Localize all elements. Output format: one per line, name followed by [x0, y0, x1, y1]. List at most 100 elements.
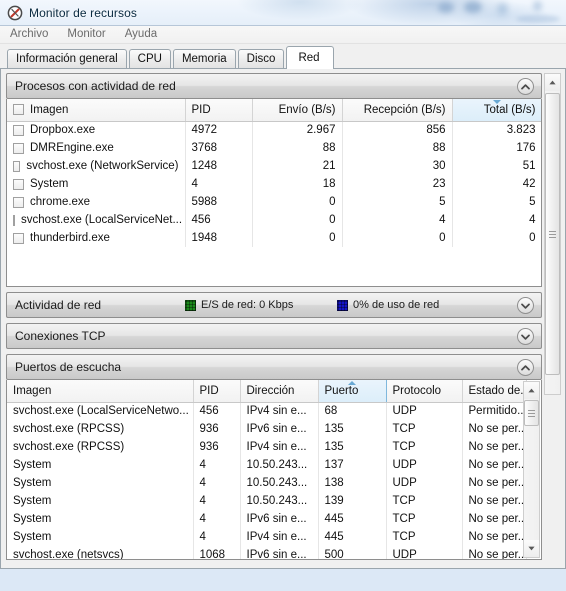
- table-row[interactable]: svchost.exe (LocalServiceNetwo... 456 IP…: [7, 402, 527, 420]
- content-vertical-scrollbar[interactable]: [544, 73, 561, 395]
- network-tab-content: Procesos con actividad de red Imagen PID…: [0, 69, 566, 569]
- row-checkbox[interactable]: [13, 214, 15, 226]
- table-row[interactable]: System 4 10.50.243... 139 TCP No se per.…: [7, 492, 527, 510]
- cell-envio: 88: [252, 139, 343, 157]
- listening-ports-scrollbar[interactable]: [523, 381, 540, 558]
- cell-imagen: svchost.exe (netsvcs): [7, 546, 194, 559]
- table-row[interactable]: System 4 18 23 42: [7, 175, 541, 193]
- row-checkbox[interactable]: [13, 178, 24, 190]
- cell-total: 4: [452, 211, 541, 229]
- section-header-network-activity[interactable]: Actividad de red E/S de red: 0 Kbps 0% d…: [6, 292, 542, 318]
- scroll-up-arrow-icon[interactable]: [545, 74, 560, 91]
- cell-puerto: 135: [318, 420, 387, 438]
- scroll-thumb[interactable]: [524, 400, 539, 426]
- row-checkbox[interactable]: [13, 142, 24, 154]
- table-row[interactable]: svchost.exe (netsvcs) 1068 IPv6 sin e...…: [7, 546, 527, 559]
- cell-recepcion: 0: [342, 229, 453, 247]
- cell-recepcion: 5: [342, 193, 453, 211]
- glass-blur-decoration: [464, 1, 482, 13]
- column-header-imagen[interactable]: Imagen: [7, 99, 186, 122]
- cell-pid: 456: [193, 402, 241, 420]
- cell-estado: No se per...: [462, 474, 527, 492]
- table-row[interactable]: System 4 10.50.243... 138 UDP No se per.…: [7, 474, 527, 492]
- cell-estado: No se per...: [462, 492, 527, 510]
- column-header-estado[interactable]: Estado de...: [462, 380, 527, 403]
- row-checkbox[interactable]: [13, 160, 21, 172]
- table-row[interactable]: thunderbird.exe 1948 0 0 0: [7, 229, 541, 247]
- legend-network-utilization: 0% de uso de red: [337, 299, 439, 311]
- cell-pid: 936: [193, 420, 241, 438]
- window-title-bar[interactable]: Monitor de recursos: [0, 0, 566, 25]
- column-header-total[interactable]: Total (B/s): [451, 99, 541, 122]
- cell-direccion: IPv6 sin e...: [240, 510, 319, 528]
- table-row[interactable]: Dropbox.exe 4972 2.967 856 3.823: [7, 121, 541, 139]
- row-checkbox[interactable]: [13, 196, 24, 208]
- cell-total: 5: [452, 193, 541, 211]
- cell-envio: 0: [252, 193, 343, 211]
- sort-ascending-icon: [348, 381, 356, 385]
- section-header-listening-ports[interactable]: Puertos de escucha: [6, 354, 542, 380]
- cell-pid: 4: [185, 175, 253, 193]
- cell-recepcion: 856: [342, 121, 453, 139]
- table-row[interactable]: System 4 IPv6 sin e... 445 TCP No se per…: [7, 510, 527, 528]
- row-checkbox[interactable]: [13, 232, 24, 244]
- cell-puerto: 445: [318, 528, 387, 546]
- cell-protocolo: UDP: [386, 402, 463, 420]
- tab-bar: Información general CPU Memoria Disco Re…: [0, 44, 566, 69]
- tab-informacion-general[interactable]: Información general: [7, 49, 127, 68]
- table-row[interactable]: chrome.exe 5988 0 5 5: [7, 193, 541, 211]
- menu-item-archivo[interactable]: Archivo: [7, 27, 57, 42]
- menu-item-ayuda[interactable]: Ayuda: [122, 27, 166, 42]
- table-row[interactable]: svchost.exe (NetworkService) 1248 21 30 …: [7, 157, 541, 175]
- cell-estado: No se per...: [462, 546, 527, 559]
- table-row[interactable]: svchost.exe (RPCSS) 936 IPv6 sin e... 13…: [7, 420, 527, 438]
- cell-recepcion: 23: [342, 175, 453, 193]
- cell-pid: 4: [193, 528, 241, 546]
- scroll-up-arrow-icon[interactable]: [524, 382, 539, 399]
- row-checkbox[interactable]: [13, 124, 24, 136]
- cell-pid: 4: [193, 492, 241, 510]
- section-puertos-de-escucha: Puertos de escucha Imagen PID Dirección: [6, 354, 542, 560]
- tab-memoria[interactable]: Memoria: [172, 49, 236, 68]
- window-title: Monitor de recursos: [29, 5, 137, 20]
- tab-cpu[interactable]: CPU: [128, 49, 171, 68]
- chevron-up-icon[interactable]: [517, 359, 534, 376]
- cell-estado: Permitido...: [462, 402, 527, 420]
- table-row[interactable]: svchost.exe (LocalServiceNet... 456 0 4 …: [7, 211, 541, 229]
- cell-direccion: IPv4 sin e...: [240, 402, 319, 420]
- cell-pid: 5988: [185, 193, 253, 211]
- cell-direccion: IPv6 sin e...: [240, 420, 319, 438]
- column-header-recepcion[interactable]: Recepción (B/s): [342, 99, 453, 122]
- column-header-envio[interactable]: Envío (B/s): [252, 99, 343, 122]
- cell-pid: 4: [193, 510, 241, 528]
- table-row[interactable]: System 4 10.50.243... 137 UDP No se per.…: [7, 456, 527, 474]
- column-header-pid[interactable]: PID: [185, 99, 253, 122]
- tab-disco[interactable]: Disco: [237, 49, 285, 68]
- cell-puerto: 139: [318, 492, 387, 510]
- scroll-down-arrow-icon[interactable]: [524, 540, 539, 557]
- chevron-up-icon[interactable]: [517, 78, 534, 95]
- table-row[interactable]: System 4 IPv4 sin e... 445 TCP No se per…: [7, 528, 527, 546]
- column-header-pid[interactable]: PID: [193, 380, 241, 403]
- processes-table-header-row: Imagen PID Envío (B/s) Recepción (B/s) T…: [7, 99, 541, 122]
- column-header-protocolo[interactable]: Protocolo: [386, 380, 463, 403]
- scroll-thumb[interactable]: [545, 93, 560, 375]
- cell-total: 0: [452, 229, 541, 247]
- process-name: thunderbird.exe: [30, 232, 110, 244]
- chevron-down-icon[interactable]: [517, 328, 534, 345]
- table-row[interactable]: DMREngine.exe 3768 88 88 176: [7, 139, 541, 157]
- menu-item-monitor[interactable]: Monitor: [64, 27, 114, 42]
- cell-estado: No se per...: [462, 456, 527, 474]
- processes-table: Imagen PID Envío (B/s) Recepción (B/s) T…: [7, 99, 541, 247]
- chevron-down-icon[interactable]: [517, 297, 534, 314]
- select-all-checkbox[interactable]: [13, 104, 24, 116]
- section-header-tcp-connections[interactable]: Conexiones TCP: [6, 323, 542, 349]
- tab-red[interactable]: Red: [286, 46, 334, 69]
- table-row[interactable]: svchost.exe (RPCSS) 936 IPv4 sin e... 13…: [7, 438, 527, 456]
- column-header-direccion[interactable]: Dirección: [240, 380, 319, 403]
- column-header-puerto[interactable]: Puerto: [317, 380, 387, 403]
- legend-network-io: E/S de red: 0 Kbps: [185, 299, 293, 311]
- column-header-imagen[interactable]: Imagen: [7, 380, 194, 403]
- cell-imagen: thunderbird.exe: [7, 229, 186, 247]
- section-header-processes[interactable]: Procesos con actividad de red: [6, 73, 542, 99]
